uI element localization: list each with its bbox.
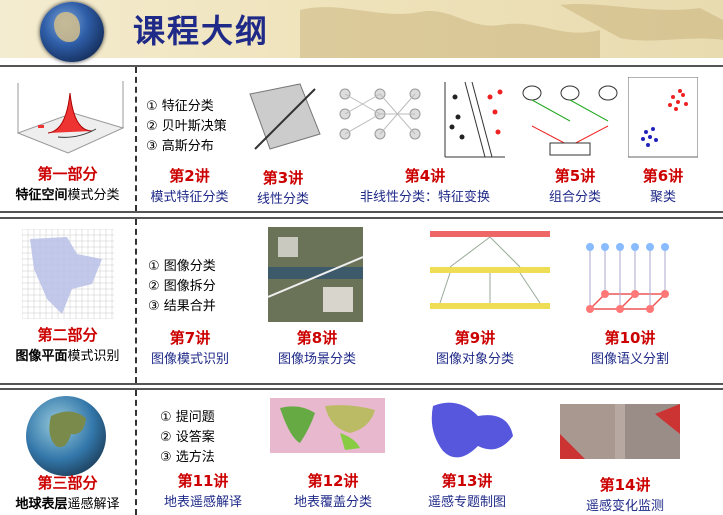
lecture-9[interactable]: 第9讲 图像对象分类: [420, 327, 530, 367]
globe-icon: [40, 2, 104, 62]
bullet-list-1: ① 特征分类 ② 贝叶斯决策 ③ 高斯分布: [146, 99, 227, 154]
land-cover-map-image: [270, 398, 385, 453]
change-detection-image: [560, 404, 680, 459]
bullet-list-2: ① 图像分类 ② 图像拆分 ③ 结果合并: [148, 259, 216, 314]
part-3-label: 第三部分 地球表层遥感解译: [15, 474, 120, 512]
part-1-sub-bold: 特征空间: [15, 188, 68, 203]
lecture-8[interactable]: 第8讲 图像场景分类: [262, 327, 372, 367]
section-feature-space: 第一部分 特征空间模式分类 ① 特征分类 ② 贝叶斯决策 ③ 高斯分布 第2讲 …: [0, 65, 723, 213]
part-3-sub-rest: 遥感解译: [67, 497, 120, 512]
lecture-12[interactable]: 第12讲 地表覆盖分类: [278, 470, 388, 510]
lecture-13[interactable]: 第13讲 遥感专题制图: [412, 470, 522, 510]
gaussian-3d-plot-icon: [8, 73, 128, 161]
thematic-map-image: [428, 396, 518, 474]
pixel-grid-figure: [22, 229, 114, 319]
world-map-background: [300, 3, 723, 58]
part-1-sub-rest: 模式分类: [67, 188, 120, 203]
section-image-plane: 第二部分 图像平面模式识别 ① 图像分类 ② 图像拆分 ③ 结果合并 第7讲 图像…: [0, 217, 723, 385]
lecture-5[interactable]: 第5讲 组合分类: [540, 165, 610, 205]
nonlinear-scatter-figure: [440, 77, 510, 162]
lecture-2[interactable]: 第2讲 模式特征分类: [142, 165, 237, 205]
lecture-6[interactable]: 第6讲 聚类: [628, 165, 698, 205]
lecture-10[interactable]: 第10讲 图像语义分割: [575, 327, 685, 367]
lecture-3[interactable]: 第3讲 线性分类: [248, 167, 318, 207]
part-2-sub-rest: 模式识别: [67, 349, 120, 364]
part-1-label: 第一部分 特征空间模式分类: [15, 165, 120, 203]
neural-network-figure: [335, 79, 430, 159]
section-earth-surface: 第三部分 地球表层遥感解译 ① 提问题 ② 设答案 ③ 选方法 第11讲 地表遥感…: [0, 388, 723, 515]
object-classification-figure: [430, 229, 550, 317]
ensemble-diagram-figure: [520, 81, 620, 161]
linear-classifier-figure: [245, 79, 325, 159]
part-2-label: 第二部分 图像平面模式识别: [15, 326, 120, 364]
part-2-sub-bold: 图像平面: [15, 349, 68, 364]
divider: [135, 390, 137, 515]
page-title: 课程大纲: [133, 12, 270, 50]
lecture-4[interactable]: 第4讲 非线性分类：特征变换: [345, 165, 505, 205]
semantic-grid-figure: [580, 239, 680, 319]
earth-globe-icon: [26, 396, 106, 476]
lecture-11[interactable]: 第11讲 地表遥感解译: [148, 470, 258, 510]
clustering-scatter-figure: [628, 77, 698, 162]
bullet-list-3: ① 提问题 ② 设答案 ③ 选方法: [160, 410, 215, 465]
part-3-sub-bold: 地球表层: [15, 497, 68, 512]
lecture-14[interactable]: 第14讲 遥感变化监测: [565, 474, 685, 514]
aerial-scene-image: [268, 227, 363, 322]
divider: [135, 67, 137, 211]
lecture-7[interactable]: 第7讲 图像模式识别: [140, 327, 240, 367]
header-banner: 课程大纲: [0, 0, 723, 62]
divider: [135, 219, 137, 383]
